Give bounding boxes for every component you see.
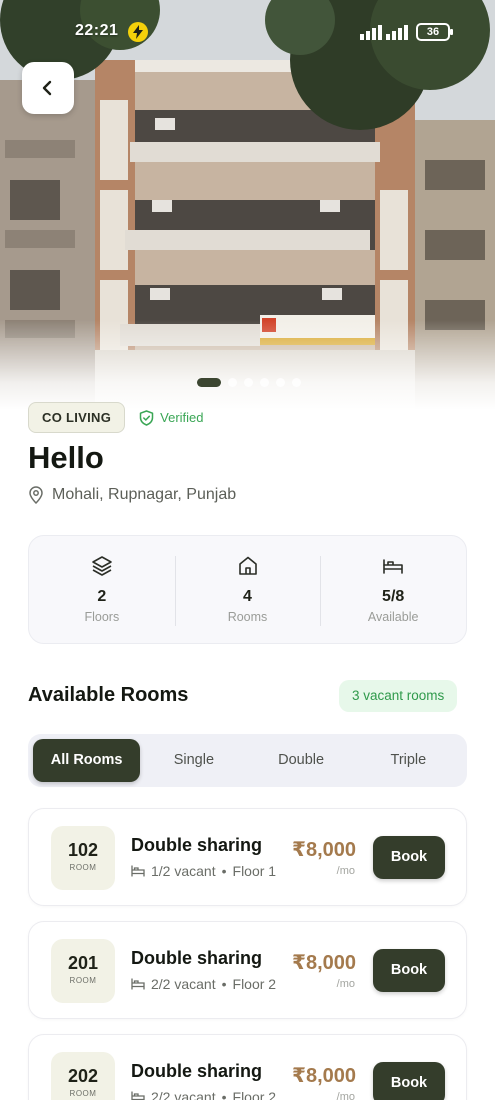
meta-separator: •: [221, 863, 227, 879]
property-badges: CO LIVING Verified: [28, 402, 204, 433]
back-button[interactable]: [22, 62, 74, 114]
bed-icon: [131, 1091, 145, 1100]
map-pin-icon: [29, 486, 43, 504]
verified-badge: Verified: [139, 409, 204, 426]
location-text: Mohali, Rupnagar, Punjab: [52, 486, 237, 503]
bolt-icon: [128, 22, 148, 42]
room-price: ₹8,000: [292, 1065, 356, 1087]
room-vacancy: 2/2 vacant: [151, 976, 216, 992]
tab-all-rooms[interactable]: All Rooms: [33, 739, 141, 782]
bed-icon: [383, 559, 403, 574]
bed-icon: [131, 978, 145, 990]
room-card[interactable]: 202 ROOM Double sharing 2/2 vacant • Flo…: [28, 1034, 467, 1100]
room-meta: 2/2 vacant • Floor 2: [131, 1089, 276, 1100]
status-bar: 22:21 36: [0, 20, 495, 46]
room-number-label: ROOM: [69, 976, 97, 985]
gallery-dot[interactable]: [228, 378, 237, 387]
vacant-rooms-badge: 3 vacant rooms: [339, 680, 458, 712]
property-stats: 2 Floors 4 Rooms 5/8 Available: [28, 535, 467, 644]
room-vacancy: 1/2 vacant: [151, 863, 216, 879]
gallery-indicator: [197, 378, 301, 387]
gallery-dot[interactable]: [260, 378, 269, 387]
category-tag: CO LIVING: [28, 402, 126, 433]
room-floor: Floor 2: [232, 976, 277, 992]
room-number-label: ROOM: [69, 863, 97, 872]
verified-label: Verified: [160, 410, 204, 425]
room-number-badge: 202 ROOM: [51, 1052, 115, 1100]
room-price: ₹8,000: [292, 952, 356, 974]
room-number-label: ROOM: [69, 1089, 97, 1098]
meta-separator: •: [221, 976, 227, 992]
room-meta: 2/2 vacant • Floor 2: [131, 976, 276, 992]
bed-icon: [131, 865, 145, 877]
room-number-badge: 201 ROOM: [51, 939, 115, 1003]
available-rooms-heading: Available Rooms: [28, 684, 189, 706]
property-hero-image: [0, 0, 495, 410]
stat-available: 5/8 Available: [320, 536, 466, 643]
meta-separator: •: [221, 1089, 227, 1100]
chevron-left-icon: [42, 80, 52, 96]
book-button[interactable]: Book: [373, 1062, 445, 1100]
home-icon: [238, 556, 257, 575]
room-number-badge: 102 ROOM: [51, 826, 115, 890]
status-time: 22:21: [75, 22, 119, 39]
room-type: Double sharing: [131, 948, 263, 968]
tab-double[interactable]: Double: [248, 739, 355, 782]
stat-label: Rooms: [227, 610, 268, 624]
room-number: 201: [67, 953, 99, 973]
stat-rooms: 4 Rooms: [174, 536, 321, 643]
tab-triple[interactable]: Triple: [355, 739, 462, 782]
stat-value: 5/8: [382, 588, 405, 605]
property-name: Hello: [28, 440, 104, 475]
price-period: /mo: [336, 1091, 355, 1100]
room-type: Double sharing: [131, 835, 263, 855]
price-period: /mo: [336, 978, 355, 990]
property-location: Mohali, Rupnagar, Punjab: [28, 486, 236, 504]
room-price: ₹8,000: [292, 839, 356, 861]
room-filter-tabs: All Rooms Single Double Triple: [28, 734, 467, 787]
battery-icon: 36: [416, 23, 453, 41]
book-button[interactable]: Book: [373, 836, 445, 879]
stat-label: Available: [367, 610, 419, 624]
room-card[interactable]: 102 ROOM Double sharing 1/2 vacant • Flo…: [28, 808, 467, 906]
stat-label: Floors: [84, 610, 120, 624]
room-type: Double sharing: [131, 1061, 263, 1081]
room-vacancy: 2/2 vacant: [151, 1089, 216, 1100]
gallery-dot[interactable]: [292, 378, 301, 387]
stat-value: 4: [243, 588, 252, 605]
stat-floors: 2 Floors: [29, 536, 175, 643]
price-period: /mo: [336, 865, 355, 877]
room-meta: 1/2 vacant • Floor 1: [131, 863, 276, 879]
layers-icon: [92, 556, 112, 576]
shield-check-icon: [139, 409, 154, 426]
gallery-dot[interactable]: [244, 378, 253, 387]
gallery-dot[interactable]: [197, 378, 221, 387]
book-button[interactable]: Book: [373, 949, 445, 992]
signal-icon: [360, 24, 408, 45]
room-card[interactable]: 201 ROOM Double sharing 2/2 vacant • Flo…: [28, 921, 467, 1019]
room-number: 102: [67, 840, 99, 860]
room-floor: Floor 1: [232, 863, 277, 879]
room-number: 202: [67, 1066, 99, 1086]
room-floor: Floor 2: [232, 1089, 277, 1100]
tab-single[interactable]: Single: [140, 739, 247, 782]
gallery-dot[interactable]: [276, 378, 285, 387]
stat-value: 2: [97, 588, 107, 605]
